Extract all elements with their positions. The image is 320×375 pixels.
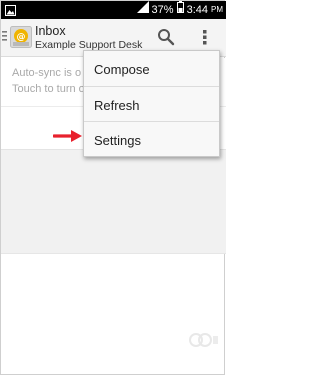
signal-icon bbox=[136, 1, 149, 19]
overflow-menu-icon[interactable] bbox=[202, 28, 208, 51]
red-arrow-icon bbox=[52, 129, 83, 148]
menu-item-settings[interactable]: Settings bbox=[84, 121, 219, 156]
clock-am-pm: PM bbox=[211, 5, 223, 14]
watermark-logo-icon bbox=[188, 332, 218, 353]
svg-text:@: @ bbox=[17, 33, 26, 43]
battery-icon bbox=[176, 1, 184, 19]
clock-time: 3:44 bbox=[186, 4, 208, 16]
menu-item-compose[interactable]: Compose bbox=[84, 51, 219, 86]
overflow-menu: Compose Refresh Settings bbox=[83, 50, 220, 157]
battery-percent: 37% bbox=[151, 4, 174, 16]
phone-screen: 37% 3:44 PM @ Inbox Example Support Desk… bbox=[0, 0, 226, 375]
status-bar: 37% 3:44 PM bbox=[1, 1, 226, 19]
menu-item-refresh[interactable]: Refresh bbox=[84, 86, 219, 121]
drawer-icon[interactable] bbox=[2, 29, 8, 47]
search-icon[interactable] bbox=[157, 28, 175, 51]
mail-logo-icon[interactable]: @ bbox=[10, 26, 32, 53]
empty-list-area bbox=[1, 150, 226, 254]
app-title: Inbox bbox=[35, 24, 66, 38]
